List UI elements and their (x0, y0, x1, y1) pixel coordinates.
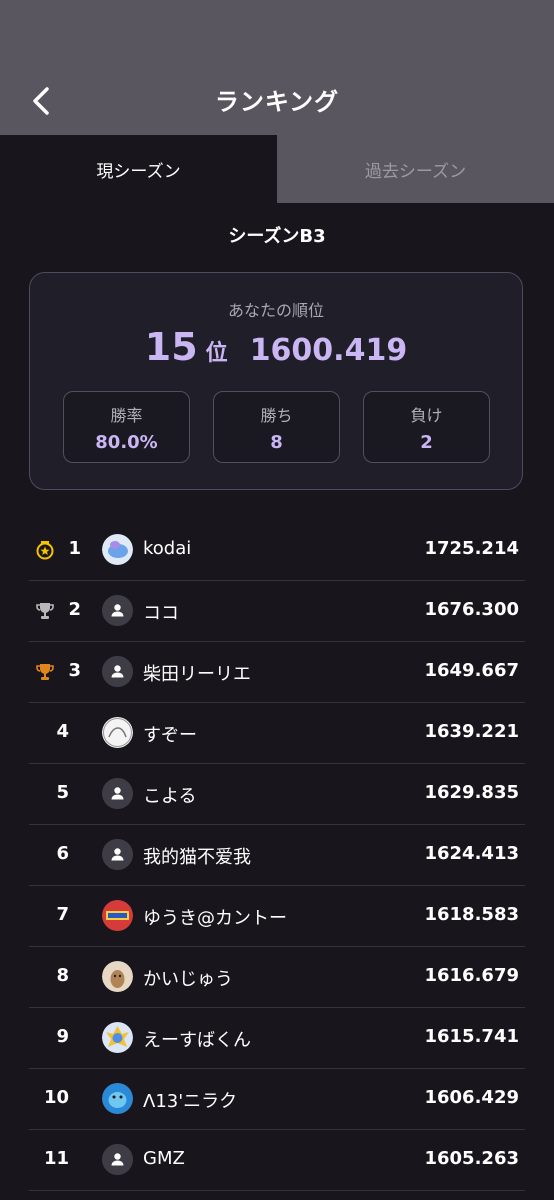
rank-number: 3 (68, 660, 81, 681)
stat-label: 勝率 (110, 406, 143, 425)
season-tabs: 現シーズン 過去シーズン (0, 135, 554, 203)
player-name: ココ (143, 603, 179, 624)
player-score: 1676.300 (424, 599, 519, 620)
ranking-row[interactable]: 6 我的猫不爱我 1624.413 (29, 825, 525, 886)
player-score: 1649.667 (424, 660, 519, 681)
avatar (102, 595, 133, 626)
stat-value: 80.0% (95, 432, 158, 453)
tab-current-season[interactable]: 現シーズン (0, 135, 277, 203)
rank-number: 8 (56, 965, 69, 986)
tab-past-season[interactable]: 過去シーズン (277, 135, 554, 203)
rank-number: 4 (56, 721, 69, 742)
avatar (102, 1022, 133, 1053)
player-name: こよる (143, 786, 197, 807)
stat-wins: 勝ち 8 (213, 391, 340, 463)
rank-number: 9 (56, 1026, 69, 1047)
rank-number: 11 (43, 1148, 69, 1169)
player-score: 1606.429 (424, 1087, 519, 1108)
rank-number: 10 (43, 1087, 69, 1108)
ranking-row[interactable]: 9 えーすばくん 1615.741 (29, 1008, 525, 1069)
my-rank-label: あなたの順位 (227, 301, 324, 320)
my-rank-card: あなたの順位 15 位 1600.419 勝率 80.0% 勝ち 8 負け 2 (29, 272, 523, 490)
my-rank-number: 15 (144, 325, 198, 369)
my-rank-score: 1600.419 (249, 333, 408, 368)
avatar (102, 961, 133, 992)
player-score: 1629.835 (424, 782, 519, 803)
page-title: ランキング (214, 88, 340, 116)
rank-number: 6 (56, 843, 69, 864)
player-score: 1605.263 (424, 1148, 519, 1169)
ranking-row[interactable]: 5 こよる 1629.835 (29, 764, 525, 825)
rank-number: 2 (68, 599, 81, 620)
avatar (102, 778, 133, 809)
stat-label: 負け (410, 406, 443, 425)
ranking-row[interactable]: 7 ゆうき@カントー 1618.583 (29, 886, 525, 947)
player-score: 1639.221 (424, 721, 519, 742)
player-name: すぞー (143, 725, 197, 746)
avatar (102, 1144, 133, 1175)
season-title: シーズンB3 (228, 226, 326, 247)
ranking-list: 1 kodai 1725.214 2 ココ 1676.300 3 柴田リーリエ 1649.667… (29, 520, 525, 1191)
stat-win-rate: 勝率 80.0% (63, 391, 190, 463)
rank-number: 5 (56, 782, 69, 803)
ranking-row[interactable]: 4 すぞー 1639.221 (29, 703, 525, 764)
ranking-row[interactable]: 1 kodai 1725.214 (29, 520, 525, 581)
player-name: 柴田リーリエ (143, 664, 251, 685)
player-name: GMZ (143, 1148, 185, 1169)
player-score: 1616.679 (424, 965, 519, 986)
ranking-row[interactable]: 8 かいじゅう 1616.679 (29, 947, 525, 1008)
app-header: ランキング (0, 0, 554, 135)
player-name: 我的猫不爱我 (143, 847, 251, 868)
player-score: 1725.214 (424, 538, 519, 559)
ranking-row[interactable]: 2 ココ 1676.300 (29, 581, 525, 642)
ranking-row[interactable]: 3 柴田リーリエ 1649.667 (29, 642, 525, 703)
player-score: 1618.583 (424, 904, 519, 925)
rank-number: 1 (68, 538, 81, 559)
player-name: えーすばくん (143, 1030, 251, 1051)
my-rank-unit: 位 (205, 341, 228, 366)
stat-value: 2 (420, 432, 433, 453)
stat-value: 8 (270, 432, 283, 453)
avatar (102, 656, 133, 687)
player-score: 1624.413 (424, 843, 519, 864)
stat-losses: 負け 2 (363, 391, 490, 463)
player-name: ゆうき@カントー (143, 908, 287, 929)
avatar (102, 900, 133, 931)
avatar (102, 534, 133, 565)
avatar (102, 717, 133, 748)
avatar (102, 839, 133, 870)
player-score: 1615.741 (424, 1026, 519, 1047)
ranking-row[interactable]: 11 GMZ 1605.263 (29, 1130, 525, 1191)
avatar (102, 1083, 133, 1114)
player-name: かいじゅう (143, 969, 233, 990)
stat-label: 勝ち (260, 406, 293, 425)
my-rank-summary: 15 位 1600.419 (30, 325, 522, 369)
player-name: kodai (143, 538, 192, 559)
ranking-row[interactable]: 10 Λ13'ニラク 1606.429 (29, 1069, 525, 1130)
rank-number: 7 (56, 904, 69, 925)
player-name: Λ13'ニラク (143, 1091, 238, 1112)
